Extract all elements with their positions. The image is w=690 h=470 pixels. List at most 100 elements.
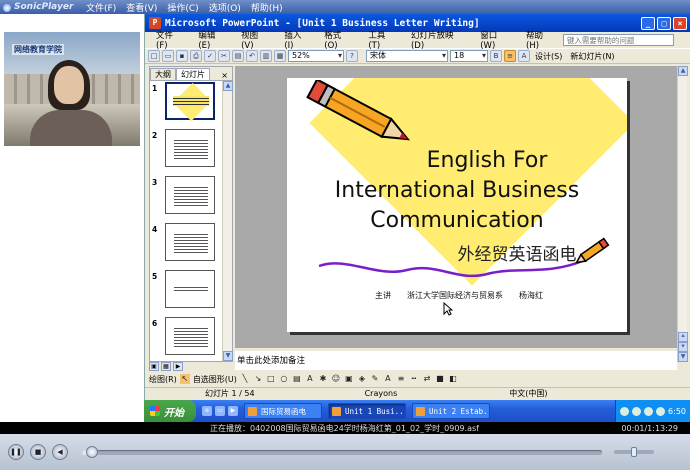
select-pointer-icon[interactable]: ↖ — [179, 374, 190, 384]
maximize-icon[interactable]: □ — [657, 16, 671, 30]
menu-file[interactable]: 文件(F) — [149, 29, 191, 51]
draw-menu-button[interactable]: 绘图(R) — [149, 374, 177, 385]
save-icon[interactable]: ▪ — [176, 50, 188, 62]
oval-icon[interactable]: ○ — [279, 374, 289, 384]
diagram-icon[interactable]: ✱ — [318, 374, 328, 384]
desktop-icon[interactable]: ▭ — [215, 406, 225, 416]
3d-icon[interactable]: ◧ — [448, 374, 458, 384]
clipart-icon[interactable]: ☺ — [331, 374, 341, 384]
font-color-icon[interactable]: A — [518, 50, 530, 62]
table-icon[interactable]: ▦ — [274, 50, 286, 62]
line-style-icon[interactable]: ≡ — [396, 374, 406, 384]
menu-insert[interactable]: 插入(I) — [277, 29, 317, 51]
new-slide-button[interactable]: 新幻灯片(N) — [567, 51, 617, 62]
menu-help[interactable]: 帮助(H) — [519, 29, 563, 51]
player-menu-control[interactable]: 操作(C) — [167, 1, 198, 14]
textbox-icon[interactable]: ▤ — [292, 374, 302, 384]
tray-icon-1[interactable] — [620, 406, 630, 416]
scroll-down-icon[interactable]: ▼ — [223, 351, 233, 361]
menu-slideshow[interactable]: 幻灯片放映(D) — [404, 29, 473, 51]
player-menu-options[interactable]: 选项(O) — [209, 1, 241, 14]
slide-scrollbar[interactable]: ▲ ⯅ ⯆ ▼ — [677, 66, 688, 362]
scroll-up-icon[interactable]: ▲ — [678, 66, 688, 76]
scroll-down-icon[interactable]: ▼ — [678, 352, 688, 362]
volume-knob[interactable] — [631, 447, 637, 457]
chart-icon[interactable]: ▥ — [260, 50, 272, 62]
slide-thumbnail-6[interactable] — [165, 317, 215, 355]
thumbnail-row[interactable]: 4 — [150, 222, 222, 269]
player-menu-help[interactable]: 帮助(H) — [251, 1, 283, 14]
close-icon[interactable]: × — [673, 16, 687, 30]
align-left-icon[interactable]: ≡ — [504, 50, 516, 62]
pane-close-icon[interactable]: × — [221, 71, 232, 80]
font-name-select[interactable]: 宋体 — [366, 50, 448, 62]
normal-view-icon[interactable]: ▣ — [149, 362, 159, 371]
open-icon[interactable]: ▭ — [162, 50, 174, 62]
slide-thumbnail-1[interactable] — [165, 82, 215, 122]
current-slide[interactable]: English For International Business Commu… — [287, 78, 627, 332]
thumbnail-row[interactable]: 1 — [150, 81, 222, 128]
slide-thumbnail-2[interactable] — [165, 129, 215, 167]
thumbnails-scrollbar[interactable]: ▲ ▼ — [222, 81, 233, 361]
volume-icon[interactable]: ◀ — [52, 444, 68, 460]
menu-format[interactable]: 格式(O) — [317, 29, 361, 51]
seek-bar[interactable] — [82, 445, 602, 458]
wordart-icon[interactable]: A — [305, 374, 315, 384]
help-question-input[interactable]: 键入需要帮助的问题 — [562, 34, 674, 46]
start-button[interactable]: 开始 — [144, 400, 196, 422]
line-color-icon[interactable]: ✎ — [370, 374, 380, 384]
scroll-up-icon[interactable]: ▲ — [223, 81, 233, 91]
player-menu-file[interactable]: 文件(F) — [86, 1, 116, 14]
next-slide-icon[interactable]: ⯆ — [678, 342, 688, 352]
tray-icon-3[interactable] — [644, 406, 654, 416]
undo-icon[interactable]: ↶ — [246, 50, 258, 62]
notes-pane[interactable]: 单击此处添加备注 — [235, 348, 677, 370]
media-icon[interactable]: ▶ — [228, 406, 238, 416]
ie-icon[interactable]: e — [202, 406, 212, 416]
tray-icon-2[interactable] — [632, 406, 642, 416]
menu-edit[interactable]: 编辑(E) — [191, 29, 234, 51]
thumbnail-row[interactable]: 3 — [150, 175, 222, 222]
slide-thumbnail-4[interactable] — [165, 223, 215, 261]
arrow-style-icon[interactable]: ⇄ — [422, 374, 432, 384]
font-color-draw-icon[interactable]: A — [383, 374, 393, 384]
stop-icon[interactable]: ■ — [30, 444, 46, 460]
new-document-icon[interactable]: □ — [148, 50, 160, 62]
line-icon[interactable]: ╲ — [240, 374, 250, 384]
cut-icon[interactable]: ✂ — [218, 50, 230, 62]
thumbnail-row[interactable]: 5 — [150, 269, 222, 316]
arrow-icon[interactable]: ↘ — [253, 374, 263, 384]
slide-title[interactable]: English For International Business Commu… — [287, 146, 627, 236]
pause-icon[interactable]: ❚❚ — [8, 444, 24, 460]
menu-tools[interactable]: 工具(T) — [361, 29, 404, 51]
menu-view[interactable]: 视图(V) — [234, 29, 277, 51]
tab-slides[interactable]: 幻灯片 — [176, 68, 210, 80]
autoshapes-button[interactable]: 自选图形(U) — [193, 374, 237, 385]
help-icon[interactable]: ? — [346, 50, 358, 62]
slide-editing-area[interactable]: English For International Business Commu… — [235, 66, 677, 348]
taskbar-item-unit1[interactable]: Unit 1 Busi... — [328, 403, 406, 419]
sorter-view-icon[interactable]: ▦ — [161, 362, 171, 371]
thumbnail-row[interactable]: 2 — [150, 128, 222, 175]
spelling-icon[interactable]: ✓ — [204, 50, 216, 62]
volume-slider[interactable] — [614, 447, 654, 457]
taskbar-item-trade[interactable]: 国际贸易函电 — [244, 403, 322, 419]
design-button[interactable]: 设计(S) — [532, 51, 565, 62]
slide-thumbnail-5[interactable] — [165, 270, 215, 308]
tray-icon-4[interactable] — [656, 406, 666, 416]
rectangle-icon[interactable]: □ — [266, 374, 276, 384]
slide-thumbnail-3[interactable] — [165, 176, 215, 214]
seek-knob[interactable] — [86, 445, 99, 458]
shadow-icon[interactable]: ■ — [435, 374, 445, 384]
taskbar-item-unit2[interactable]: Unit 2 Estab... — [412, 403, 490, 419]
zoom-select[interactable]: 52% — [288, 50, 344, 62]
tab-outline[interactable]: 大纲 — [150, 68, 176, 80]
thumbnail-row[interactable]: 6 — [150, 316, 222, 361]
prev-slide-icon[interactable]: ⯅ — [678, 332, 688, 342]
dash-style-icon[interactable]: ┅ — [409, 374, 419, 384]
font-size-select[interactable]: 18 — [450, 50, 488, 62]
presenter-line[interactable]: 主讲 浙江大学国际经济与贸易系 杨海红 — [375, 290, 543, 301]
bold-icon[interactable]: B — [490, 50, 502, 62]
menu-window[interactable]: 窗口(W) — [473, 29, 519, 51]
player-menu-view[interactable]: 查看(V) — [126, 1, 157, 14]
